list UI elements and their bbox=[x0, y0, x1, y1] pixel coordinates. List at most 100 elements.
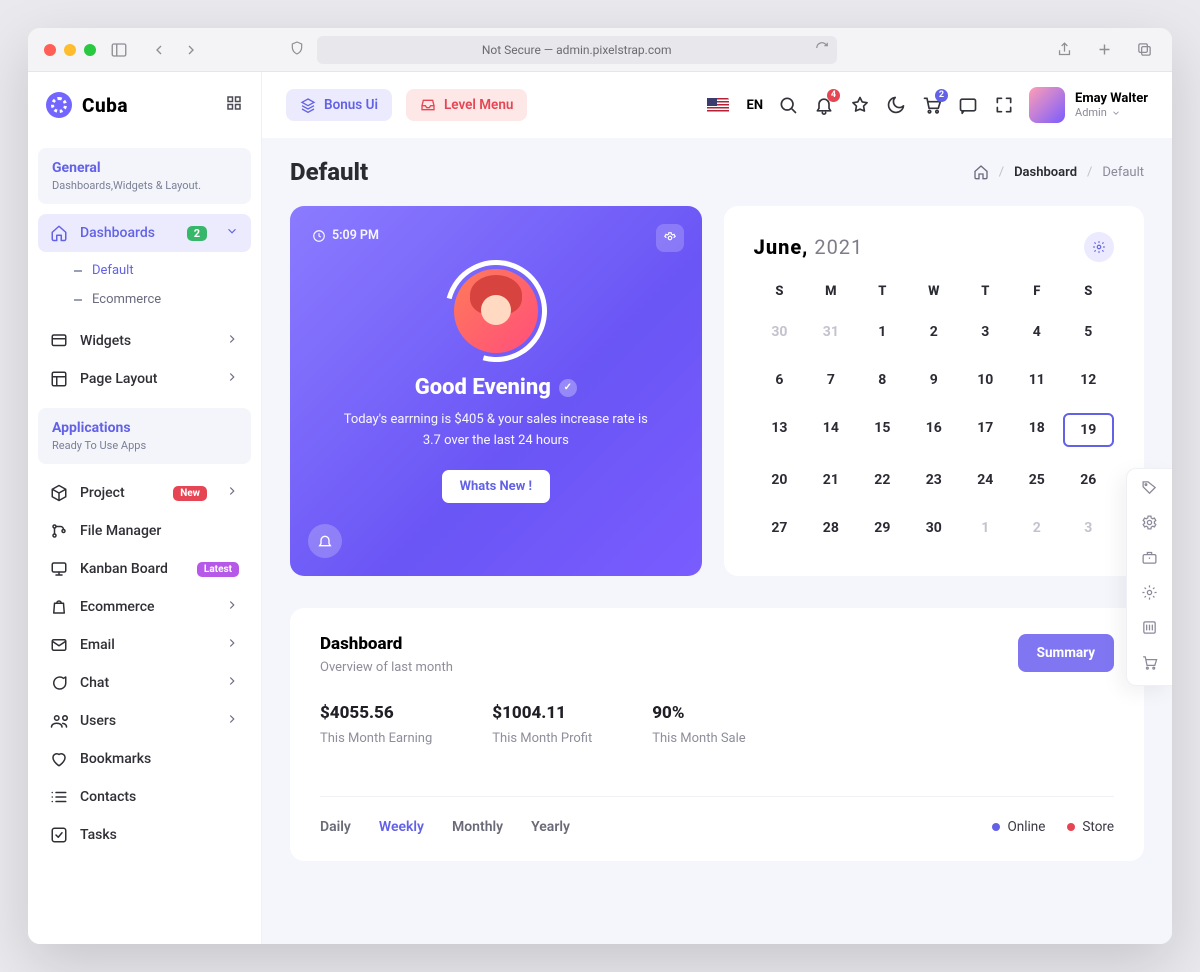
home-icon[interactable] bbox=[973, 164, 989, 180]
sidebar-item-contacts[interactable]: Contacts bbox=[38, 778, 251, 816]
whats-new-button[interactable]: Whats New ! bbox=[442, 470, 550, 503]
moon-icon[interactable] bbox=[885, 94, 907, 116]
apps-grid-icon[interactable] bbox=[225, 94, 243, 116]
calendar-day[interactable]: 14 bbox=[805, 413, 856, 447]
fullscreen-icon[interactable] bbox=[993, 94, 1015, 116]
calendar-day[interactable]: 1 bbox=[857, 317, 908, 347]
calendar-day[interactable]: 20 bbox=[754, 465, 805, 495]
calendar-day-prev[interactable]: 30 bbox=[754, 317, 805, 347]
calendar-day[interactable]: 9 bbox=[908, 365, 959, 395]
tab-daily[interactable]: Daily bbox=[320, 819, 351, 835]
calendar-day-next[interactable]: 1 bbox=[960, 513, 1011, 543]
calendar-day[interactable]: 2 bbox=[908, 317, 959, 347]
sidebar-item-email[interactable]: Email bbox=[38, 626, 251, 664]
tab-yearly[interactable]: Yearly bbox=[531, 819, 570, 835]
sidebar-item-widgets[interactable]: Widgets bbox=[38, 322, 251, 360]
calendar-day[interactable]: 6 bbox=[754, 365, 805, 395]
flag-us-icon[interactable] bbox=[707, 98, 729, 113]
reload-icon[interactable] bbox=[815, 41, 829, 58]
lang-code[interactable]: EN bbox=[747, 98, 764, 113]
calendar-day[interactable]: 13 bbox=[754, 413, 805, 447]
calendar-day[interactable]: 22 bbox=[857, 465, 908, 495]
sidebar: Cuba General Dashboards,Widgets & Layout… bbox=[28, 72, 262, 944]
calendar-settings-icon[interactable] bbox=[1084, 232, 1114, 262]
minimize-window-icon[interactable] bbox=[64, 44, 76, 56]
calendar-day[interactable]: 7 bbox=[805, 365, 856, 395]
calendar-day[interactable]: 19 bbox=[1063, 413, 1114, 447]
calendar-day[interactable]: 21 bbox=[805, 465, 856, 495]
message-icon[interactable] bbox=[957, 94, 979, 116]
calendar-day[interactable]: 24 bbox=[960, 465, 1011, 495]
calendar-day[interactable]: 11 bbox=[1011, 365, 1062, 395]
sidebar-item-bookmarks[interactable]: Bookmarks bbox=[38, 740, 251, 778]
calendar-day-next[interactable]: 2 bbox=[1011, 513, 1062, 543]
gear-icon[interactable] bbox=[1141, 514, 1158, 535]
cart-icon[interactable]: 2 bbox=[921, 94, 943, 116]
calendar-day[interactable]: 10 bbox=[960, 365, 1011, 395]
calendar-day-prev[interactable]: 31 bbox=[805, 317, 856, 347]
tabs-overview-icon[interactable] bbox=[1134, 39, 1156, 61]
close-window-icon[interactable] bbox=[44, 44, 56, 56]
tag-icon[interactable] bbox=[1141, 479, 1158, 500]
sliders-icon[interactable] bbox=[1141, 619, 1158, 640]
tab-weekly[interactable]: Weekly bbox=[379, 819, 424, 835]
cart-rail-icon[interactable] bbox=[1141, 654, 1158, 675]
calendar-day[interactable]: 8 bbox=[857, 365, 908, 395]
mail-icon bbox=[50, 636, 68, 654]
sidebar-item-users[interactable]: Users bbox=[38, 702, 251, 740]
star-icon[interactable] bbox=[849, 94, 871, 116]
calendar-day[interactable]: 18 bbox=[1011, 413, 1062, 447]
sidebar-item-tasks[interactable]: Tasks bbox=[38, 816, 251, 854]
titlebar-right bbox=[1054, 39, 1156, 61]
calendar-day[interactable]: 26 bbox=[1063, 465, 1114, 495]
card-settings-icon[interactable] bbox=[656, 224, 684, 252]
summary-button[interactable]: Summary bbox=[1018, 634, 1114, 672]
privacy-shield-icon[interactable] bbox=[289, 40, 305, 59]
sidebar-toggle-icon[interactable] bbox=[108, 39, 130, 61]
sidebar-item-label: Kanban Board bbox=[80, 561, 168, 577]
sidebar-item-ecommerce[interactable]: Ecommerce bbox=[38, 588, 251, 626]
calendar-day[interactable]: 23 bbox=[908, 465, 959, 495]
sidebar-item-chat[interactable]: Chat bbox=[38, 664, 251, 702]
calendar-day[interactable]: 5 bbox=[1063, 317, 1114, 347]
new-tab-icon[interactable] bbox=[1094, 39, 1116, 61]
calendar-day-next[interactable]: 3 bbox=[1063, 513, 1114, 543]
sidebar-item-file-manager[interactable]: File Manager bbox=[38, 512, 251, 550]
calendar-day[interactable]: 15 bbox=[857, 413, 908, 447]
calendar-day[interactable]: 3 bbox=[960, 317, 1011, 347]
calendar-day[interactable]: 25 bbox=[1011, 465, 1062, 495]
bell-icon[interactable]: 4 bbox=[813, 94, 835, 116]
chevron-right-icon bbox=[225, 332, 239, 350]
calendar-day[interactable]: 28 bbox=[805, 513, 856, 543]
card-bell-icon[interactable] bbox=[308, 524, 342, 558]
level-menu-chip[interactable]: Level Menu bbox=[406, 89, 527, 121]
bonus-ui-chip[interactable]: Bonus Ui bbox=[286, 89, 392, 121]
users-icon bbox=[50, 712, 68, 730]
calendar-day[interactable]: 17 bbox=[960, 413, 1011, 447]
calendar-day[interactable]: 29 bbox=[857, 513, 908, 543]
crumb-dashboard[interactable]: Dashboard bbox=[1014, 165, 1077, 180]
calendar-day[interactable]: 30 bbox=[908, 513, 959, 543]
calendar-day[interactable]: 4 bbox=[1011, 317, 1062, 347]
user-menu[interactable]: Emay Walter Admin bbox=[1029, 87, 1148, 123]
calendar-dow: T bbox=[960, 284, 1011, 299]
calendar-day[interactable]: 16 bbox=[908, 413, 959, 447]
calendar-day[interactable]: 27 bbox=[754, 513, 805, 543]
tab-monthly[interactable]: Monthly bbox=[452, 819, 503, 835]
calendar-day[interactable]: 12 bbox=[1063, 365, 1114, 395]
sidebar-item-page-layout[interactable]: Page Layout bbox=[38, 360, 251, 398]
search-icon[interactable] bbox=[777, 94, 799, 116]
sidebar-sub-default[interactable]: Default bbox=[74, 256, 251, 285]
share-icon[interactable] bbox=[1054, 39, 1076, 61]
back-icon[interactable] bbox=[148, 39, 170, 61]
address-bar[interactable]: Not Secure — admin.pixelstrap.com bbox=[317, 36, 837, 64]
briefcase-icon[interactable] bbox=[1141, 549, 1158, 570]
sidebar-item-dashboards[interactable]: Dashboards 2 bbox=[38, 214, 251, 252]
forward-icon[interactable] bbox=[180, 39, 202, 61]
address-text: Not Secure — admin.pixelstrap.com bbox=[482, 43, 672, 57]
gear2-icon[interactable] bbox=[1141, 584, 1158, 605]
sidebar-sub-ecommerce[interactable]: Ecommerce bbox=[74, 285, 251, 314]
sidebar-item-project[interactable]: Project New bbox=[38, 474, 251, 512]
zoom-window-icon[interactable] bbox=[84, 44, 96, 56]
sidebar-item-kanban[interactable]: Kanban Board Latest bbox=[38, 550, 251, 588]
